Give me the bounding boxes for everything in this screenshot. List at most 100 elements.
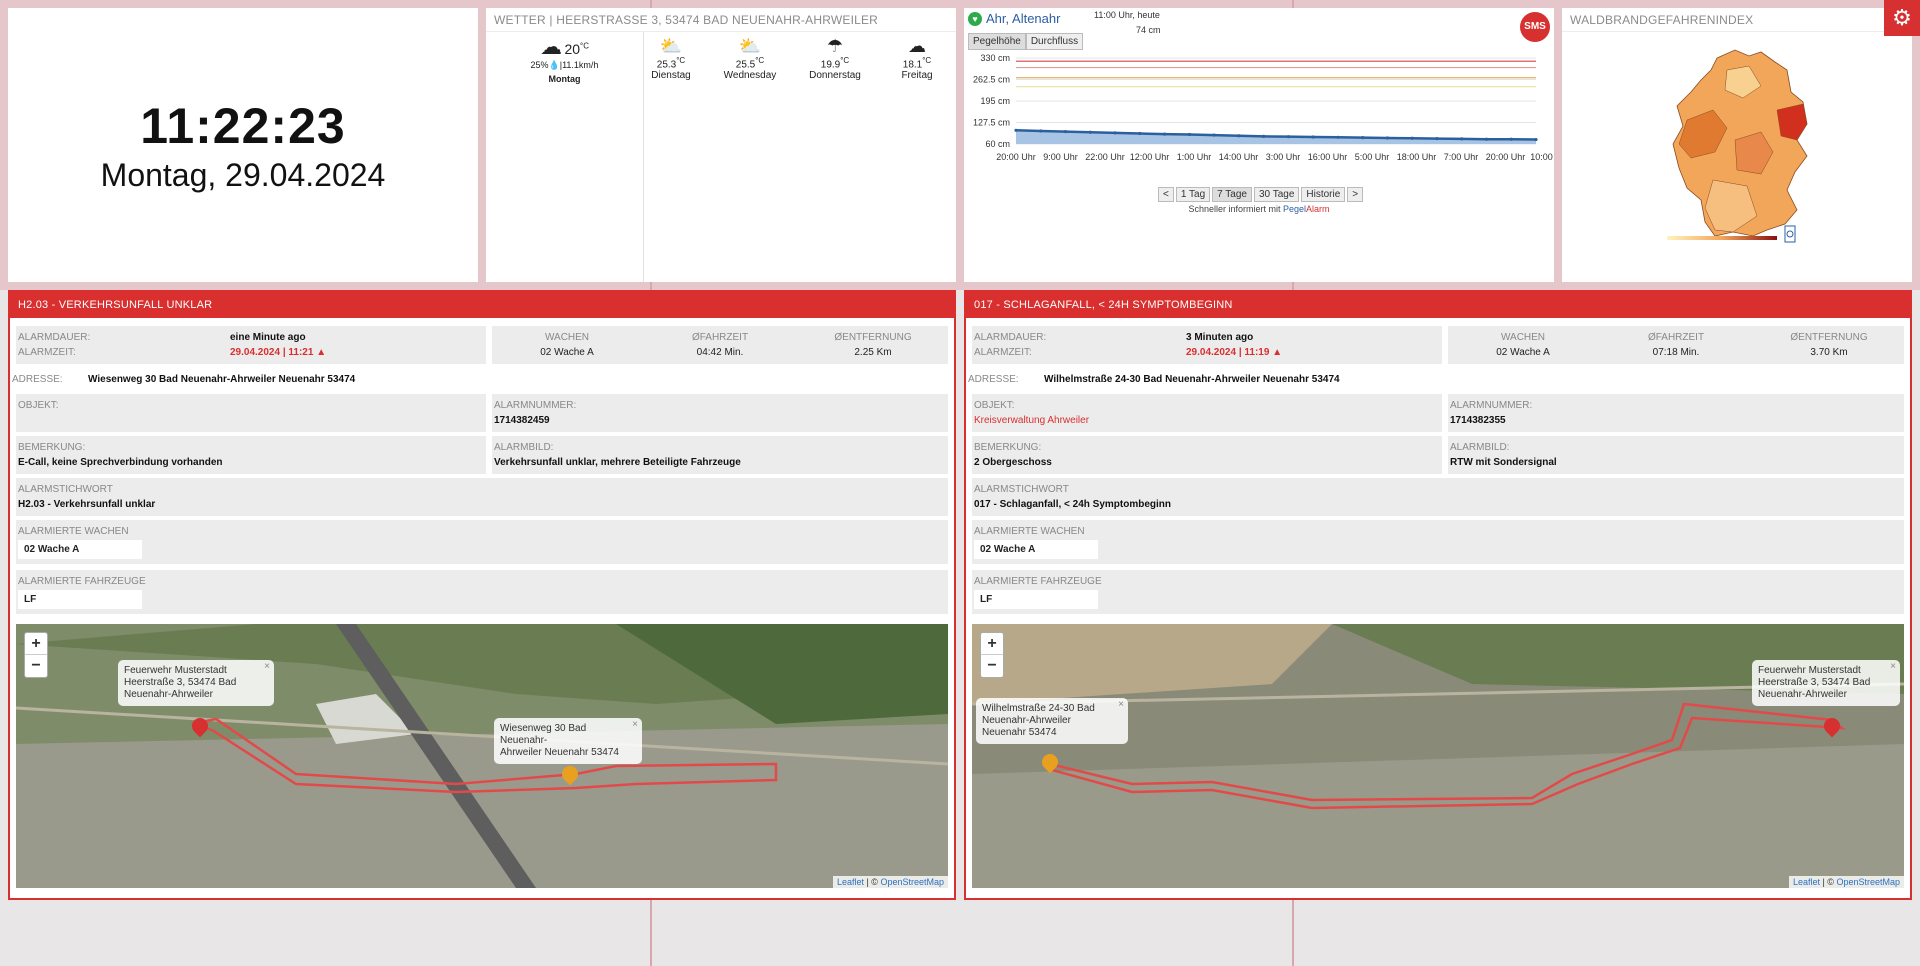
waldbrand-title: WALDBRANDGEFAHRENINDEX <box>1562 8 1912 32</box>
close-icon[interactable]: × <box>632 719 638 731</box>
alarm-address: Wilhelmstraße 24-30 Bad Neuenahr-Ahrweil… <box>1044 374 1340 385</box>
close-icon[interactable]: × <box>264 661 270 673</box>
gear-icon[interactable]: ⚙ <box>1884 0 1920 36</box>
chart-point <box>1509 137 1513 141</box>
clock-panel: 11:22:23 Montag, 29.04.2024 <box>8 8 478 282</box>
alarm-stichwort: 017 - Schlaganfall, < 24h Symptombeginn <box>974 499 1171 510</box>
chart-point <box>1410 136 1414 140</box>
zoom-in-button[interactable]: + <box>981 633 1003 655</box>
alarm-stichwort: H2.03 - Verkehrsunfall unklar <box>18 499 156 510</box>
chart-point <box>1385 136 1390 140</box>
chart-x-tick: 14:00 Uhr <box>1219 152 1259 162</box>
chart-point <box>1484 137 1489 141</box>
alarm-duration-box: ALARMDAUER: 3 Minuten ago ALARMZEIT: 29.… <box>972 326 1442 364</box>
chart-point <box>1286 135 1290 139</box>
weather-forecast-day: ☂ 19.9°C Donnerstag <box>800 36 870 81</box>
alarm-fahrzeit: 04:42 Min. <box>696 347 744 358</box>
range-1-tag-button[interactable]: 1 Tag <box>1175 187 1211 202</box>
alarm-duration-box: ALARMDAUER: eine Minute ago ALARMZEIT: 2… <box>16 326 486 364</box>
bell-icon: ▲ <box>1272 347 1283 358</box>
bell-icon: ▲ <box>316 347 327 358</box>
chart-point <box>1262 134 1266 138</box>
chart-point <box>1039 129 1043 133</box>
chart-x-tick: 20:00 Uhr <box>996 152 1036 162</box>
alarmierte-fahrzeuge-box: ALARMIERTE FAHRZEUGE LF <box>972 570 1904 614</box>
alarm-card: H2.03 - VERKEHRSUNFALL UNKLAR ALARMDAUER… <box>8 290 956 900</box>
pegel-time: 11:00 Uhr, heute <box>1094 10 1160 20</box>
alarm-stichwort-box: ALARMSTICHWORT 017 - Schlaganfall, < 24h… <box>972 478 1904 516</box>
weather-title: WETTER | HEERSTRASSE 3, 53474 BAD NEUENA… <box>486 8 956 32</box>
zoom-in-button[interactable]: + <box>25 633 47 655</box>
close-icon[interactable]: × <box>1118 699 1124 711</box>
alarm-nummer-box: ALARMNUMMER: 1714382355 <box>1448 394 1904 432</box>
alarmierte-wache: 02 Wache A <box>974 540 1098 559</box>
alarm-wachen: 02 Wache A <box>1496 347 1550 358</box>
range-next-button[interactable]: > <box>1347 187 1364 202</box>
alarm-duration: 3 Minuten ago <box>1186 332 1254 343</box>
alarm-bemerkung: E-Call, keine Sprechverbindung vorhanden <box>18 457 223 468</box>
chart-x-tick: 5:00 Uhr <box>1355 152 1390 162</box>
target-popup: × Wilhelmstraße 24-30 Bad Neuenahr-Ahrwe… <box>976 698 1128 744</box>
range-prev-button[interactable]: < <box>1158 187 1174 202</box>
alarm-entfernung: 3.70 Km <box>1810 347 1848 358</box>
weather-panel: WETTER | HEERSTRASSE 3, 53474 BAD NEUENA… <box>486 8 956 282</box>
pegel-station[interactable]: Ahr, Altenahr <box>986 11 1060 26</box>
chart-point <box>1336 135 1340 139</box>
pegel-range-nav: < 1 Tag 7 Tage 30 Tage Historie > <box>1158 187 1364 202</box>
chart-point <box>1138 131 1142 136</box>
alarm-wachen: 02 Wache A <box>540 347 594 358</box>
zoom-out-button[interactable]: − <box>25 655 47 677</box>
chart-x-tick: 22:00 Uhr <box>1085 152 1125 162</box>
chart-x-tick: 7:00 Uhr <box>1444 152 1479 162</box>
target-popup: × Wiesenweg 30 Bad Neuenahr- Ahrweiler N… <box>494 718 642 764</box>
weather-forecast-day: ⛅ 25.3°C Dienstag <box>636 36 706 81</box>
pegel-promo[interactable]: Schneller informiert mit PegelAlarm <box>964 204 1554 214</box>
pegel-panel: ♥ Ahr, Altenahr 11:00 Uhr, heute 74 cm S… <box>964 8 1554 282</box>
pegel-chart: 330 cm 262.5 cm 195 cm 127.5 cm 60 cm 20:00 U… <box>973 53 1554 162</box>
chart-point <box>1311 135 1315 139</box>
alarm-fahrzeit: 07:18 Min. <box>1652 347 1700 358</box>
alarmierte-wachen-box: ALARMIERTE WACHEN 02 Wache A <box>972 520 1904 564</box>
route-map[interactable]: + − × Feuerwehr Musterstadt Heerstraße 3… <box>16 624 948 888</box>
chart-x-tick: 10:00 Uhr <box>1530 152 1554 162</box>
partly-sunny-icon: ⛅ <box>738 36 762 56</box>
map-zoom-control: + − <box>980 632 1004 678</box>
weather-today-details: 25%💧|11.1km/h <box>530 60 599 70</box>
chart-point <box>1014 128 1018 132</box>
alarmierte-fahrzeuge-box: ALARMIERTE FAHRZEUGE LF <box>16 570 948 614</box>
weather-today-day: Montag <box>548 74 581 84</box>
alarm-time: 29.04.2024 | 11:21 ▲ <box>230 347 327 358</box>
zoom-out-button[interactable]: − <box>981 655 1003 677</box>
weather-today: ☁ 20°C 25%💧|11.1km/h Montag <box>486 34 643 85</box>
alarm-bemerkung: 2 Obergeschoss <box>974 457 1052 468</box>
chart-y-tick: 60 cm <box>985 139 1010 149</box>
chart-x-tick: 18:00 Uhr <box>1397 152 1437 162</box>
alarm-entfernung: 2.25 Km <box>854 347 892 358</box>
cloud-icon: ☁ <box>539 34 562 59</box>
alarm-objekt[interactable]: Kreisverwaltung Ahrweiler <box>974 415 1089 426</box>
range-historie-button[interactable]: Historie <box>1301 187 1346 202</box>
route-map[interactable]: + − × Wilhelmstraße 24-30 Bad Neuenahr-A… <box>972 624 1904 888</box>
weather-today-temp: 20°C <box>564 41 590 57</box>
chart-x-tick: 20:00 Uhr <box>1486 152 1526 162</box>
chart-y-tick: 127.5 cm <box>973 118 1010 128</box>
range-30-tage-button[interactable]: 30 Tage <box>1253 187 1300 202</box>
close-icon[interactable]: × <box>1890 661 1896 673</box>
alarmiertes-fahrzeug: LF <box>974 590 1098 609</box>
chart-point <box>1361 136 1365 140</box>
heart-icon: ♥ <box>968 12 982 26</box>
sms-button[interactable]: SMS <box>1520 12 1550 42</box>
alarmiertes-fahrzeug: LF <box>18 590 142 609</box>
chart-point <box>1460 137 1464 141</box>
alarm-nummer: 1714382459 <box>494 415 550 426</box>
weather-forecast-day: ☁ 18.1°C Freitag <box>882 36 952 81</box>
alarm-nummer: 1714382355 <box>1450 415 1506 426</box>
alarm-nummer-box: ALARMNUMMER: 1714382459 <box>492 394 948 432</box>
chart-point <box>1187 132 1191 137</box>
chart-x-tick: 12:00 Uhr <box>1130 152 1170 162</box>
clock-date: Montag, 29.04.2024 <box>100 156 386 193</box>
alarm-bild: Verkehrsunfall unklar, mehrere Beteiligt… <box>494 457 741 468</box>
clock-time: 11:22:23 <box>140 97 346 154</box>
range-7-tage-button[interactable]: 7 Tage <box>1212 187 1252 202</box>
chart-point <box>1534 137 1538 142</box>
